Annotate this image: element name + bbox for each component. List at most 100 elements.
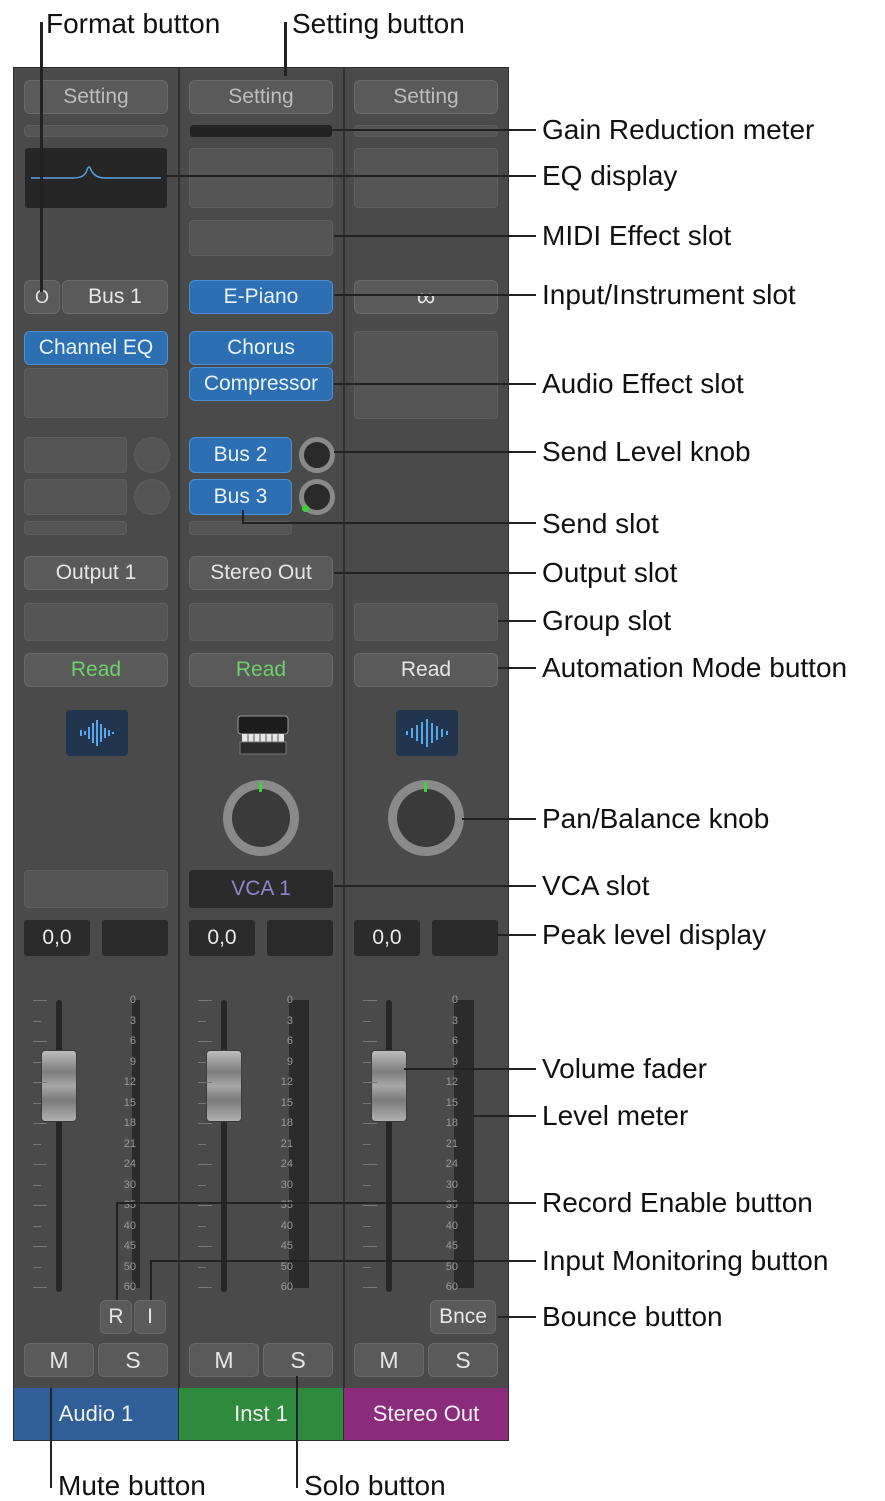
eq-display[interactable]: [354, 148, 498, 208]
group-slot[interactable]: [354, 603, 498, 641]
group-slot[interactable]: [189, 603, 333, 641]
send-level-knob[interactable]: [134, 479, 170, 515]
meter-scale-label: 45: [445, 1240, 458, 1252]
callout-send-level-knob: Send Level knob: [542, 436, 751, 467]
callout-vca-slot: VCA slot: [542, 870, 650, 901]
meter-scale-label: 24: [445, 1158, 458, 1170]
callout-level-meter: Level meter: [542, 1100, 689, 1131]
fader-tick: [363, 1082, 377, 1083]
meter-scale-label: 18: [123, 1117, 136, 1129]
meter-scale-label: 18: [280, 1117, 293, 1129]
volume-fader-track[interactable]: [56, 1000, 62, 1292]
pan-balance-knob[interactable]: [388, 780, 464, 856]
audio-effect-slot-empty[interactable]: [24, 368, 168, 418]
leader-line: [284, 22, 287, 76]
mute-button[interactable]: M: [189, 1343, 259, 1377]
audio-effect-slot[interactable]: Compressor: [189, 367, 333, 401]
eq-display[interactable]: [25, 148, 167, 208]
peak-level-display[interactable]: 0,0: [354, 920, 420, 956]
gain-reduction-meter: [190, 125, 332, 137]
track-name[interactable]: Audio 1: [14, 1388, 178, 1440]
leader-line: [404, 1068, 536, 1070]
meter-scale-label: 60: [123, 1281, 136, 1293]
track-name[interactable]: Stereo Out: [344, 1388, 508, 1440]
mute-button[interactable]: M: [354, 1343, 424, 1377]
fader-tick: [198, 1082, 212, 1083]
fader-tick: [33, 1246, 47, 1247]
output-slot[interactable]: Stereo Out: [189, 556, 333, 590]
output-slot[interactable]: Output 1: [24, 556, 168, 590]
send-slot[interactable]: Bus 2: [189, 437, 292, 473]
pan-balance-knob[interactable]: [223, 780, 299, 856]
group-slot[interactable]: [24, 603, 168, 641]
meter-scale-label: 21: [123, 1137, 136, 1150]
meter-scale-label: 3: [451, 1014, 458, 1027]
volume-fader[interactable]: [371, 1050, 407, 1122]
solo-button[interactable]: S: [263, 1343, 333, 1377]
callout-record-enable-button: Record Enable button: [542, 1187, 813, 1218]
vca-slot[interactable]: [24, 870, 168, 908]
fader-tick: [33, 1041, 47, 1042]
setting-button[interactable]: Setting: [189, 80, 333, 114]
leader-line: [334, 885, 536, 887]
meter-scale-label: 0: [451, 994, 458, 1006]
volume-fader[interactable]: [206, 1050, 242, 1122]
meter-scale-label: 0: [129, 994, 136, 1006]
send-slot-empty[interactable]: [24, 479, 127, 515]
stereo-waveform-icon: [396, 710, 458, 756]
input-slot[interactable]: Bus 1: [62, 280, 168, 314]
stereo-link-icon[interactable]: ∞: [354, 280, 498, 314]
send-slot-empty[interactable]: [24, 521, 127, 535]
fader-tick: [198, 1266, 206, 1268]
channel-strip-stereo-out: Setting ∞ Read 0,0 Bnce M S Stereo Out: [344, 68, 508, 1440]
record-enable-button[interactable]: R: [100, 1300, 132, 1334]
instrument-slot[interactable]: E-Piano: [189, 280, 333, 314]
leader-line: [150, 1260, 152, 1300]
midi-effect-slot[interactable]: [189, 220, 333, 256]
audio-effect-slot-empty[interactable]: [354, 331, 498, 419]
track-name[interactable]: Inst 1: [179, 1388, 343, 1440]
send-slot[interactable]: Bus 3: [189, 479, 292, 515]
automation-mode-button[interactable]: Read: [354, 653, 498, 687]
piano-icon: [235, 710, 291, 758]
solo-button[interactable]: S: [98, 1343, 168, 1377]
leader-line: [334, 572, 536, 574]
meter-scale-label: 40: [445, 1219, 458, 1232]
audio-effect-slot[interactable]: Channel EQ: [24, 331, 168, 365]
setting-button[interactable]: Setting: [354, 80, 498, 114]
volume-fader-track[interactable]: [386, 1000, 392, 1292]
fader-tick: [363, 1143, 371, 1145]
send-level-knob[interactable]: [134, 437, 170, 473]
peak-level-display[interactable]: 0,0: [189, 920, 255, 956]
bounce-button[interactable]: Bnce: [430, 1300, 496, 1334]
input-monitoring-button[interactable]: I: [134, 1300, 166, 1334]
setting-button[interactable]: Setting: [24, 80, 168, 114]
channel-strip-audio-1: Setting O Bus 1 Channel EQ Output 1 Read…: [14, 68, 178, 1440]
audio-effect-slot[interactable]: Chorus: [189, 331, 333, 365]
fader-tick: [363, 1205, 377, 1206]
meter-scale-label: 6: [129, 1035, 136, 1047]
automation-mode-button[interactable]: Read: [189, 653, 333, 687]
fader-tick: [198, 1287, 212, 1288]
volume-fader[interactable]: [41, 1050, 77, 1122]
leader-line: [50, 1388, 52, 1488]
vca-slot[interactable]: VCA 1: [189, 870, 333, 908]
fader-tick: [363, 1102, 371, 1104]
send-slot-empty[interactable]: [24, 437, 127, 473]
meter-scale-label: 40: [123, 1219, 136, 1232]
send-level-knob[interactable]: [299, 437, 335, 473]
fader-tick: [33, 1123, 47, 1124]
fader-tick: [363, 1246, 377, 1247]
meter-scale-label: 60: [445, 1281, 458, 1293]
fader-tick: [363, 1061, 371, 1063]
peak-level-display-right: [267, 920, 333, 956]
peak-level-display[interactable]: 0,0: [24, 920, 90, 956]
automation-mode-button[interactable]: Read: [24, 653, 168, 687]
solo-button[interactable]: S: [428, 1343, 498, 1377]
callout-bounce-button: Bounce button: [542, 1301, 723, 1332]
eq-display[interactable]: [189, 148, 333, 208]
volume-fader-track[interactable]: [221, 1000, 227, 1292]
send-level-knob[interactable]: [299, 479, 335, 515]
mute-button[interactable]: M: [24, 1343, 94, 1377]
send-level-indicator-icon: [302, 505, 309, 512]
